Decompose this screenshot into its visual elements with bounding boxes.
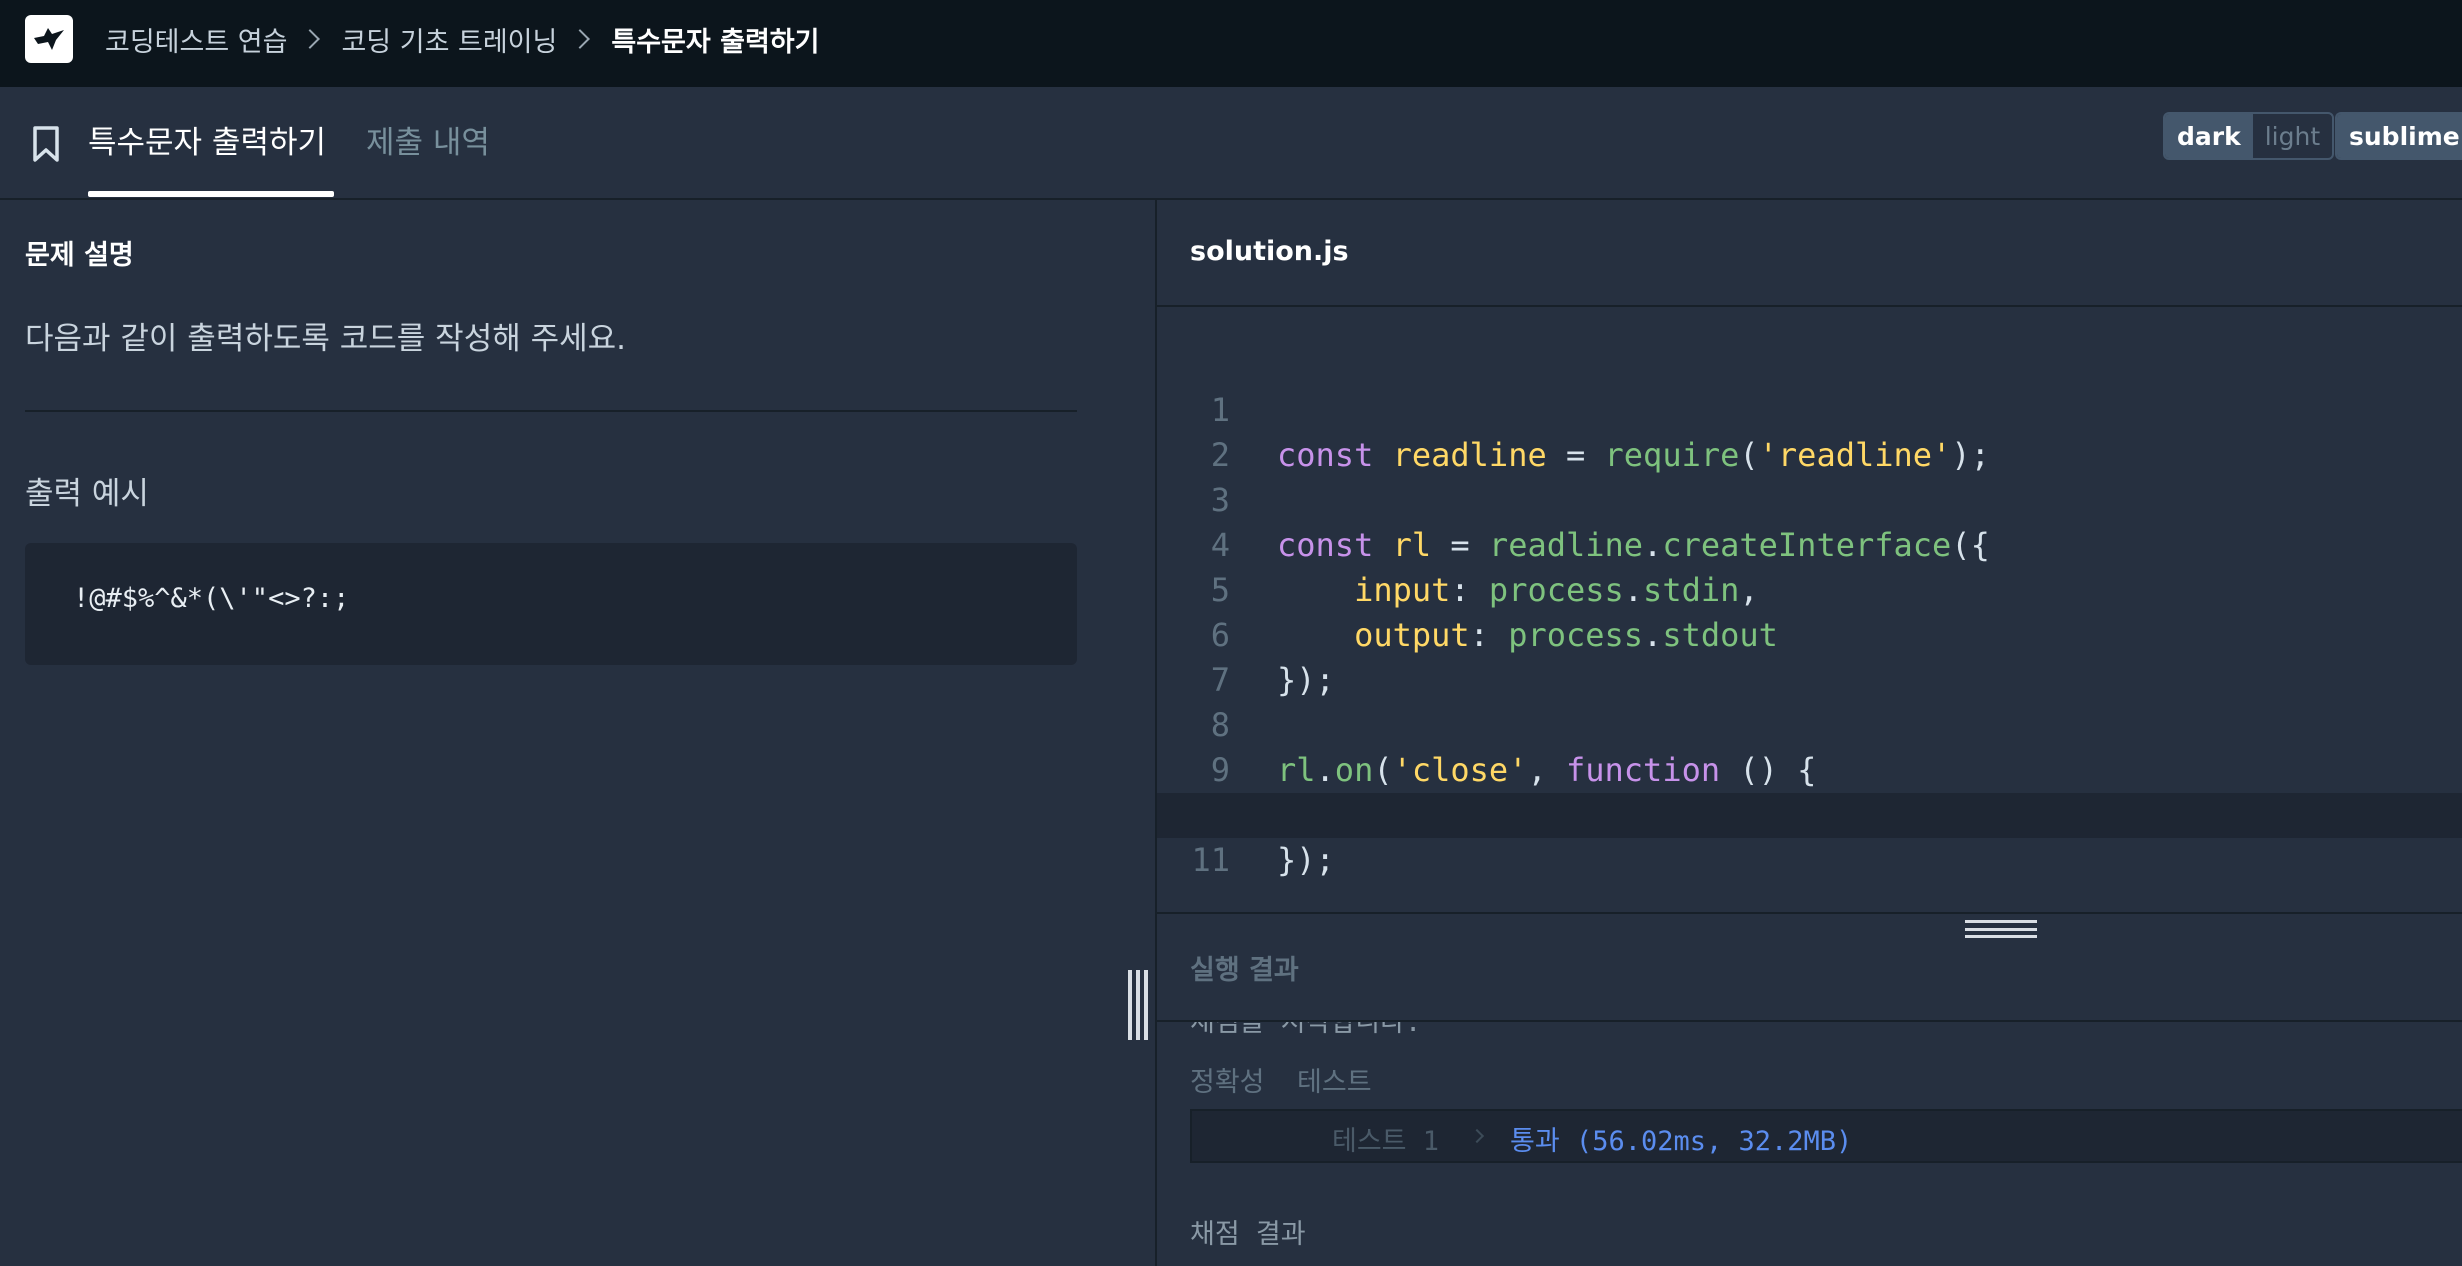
line-number: 11 [1157,838,1252,883]
tab-bar: 특수문자 출력하기 제출 내역 dark light sublime [0,87,2462,200]
test-pass-result: 통과 (56.02ms, 32.2MB) [1510,1126,1853,1157]
code-line-current[interactable]: 11 [1157,793,2462,883]
result-header: 실행 결과 [1157,914,2462,1022]
theme-toggle: dark light [2163,112,2335,160]
code-line[interactable]: 10 }); [1157,748,2462,879]
code-line[interactable]: 1 const readline = require('readline'); [1157,343,2462,474]
code-line[interactable]: 9 console.log("!@#$%^&*(\\'\"<>?:;"); [1157,703,2462,834]
bookmark-icon[interactable] [32,125,60,163]
chevron-right-icon [570,29,591,49]
result-title: 실행 결과 [1190,955,1299,986]
problem-section-title: 문제 설명 [25,240,134,271]
breadcrumb: 코딩테스트 연습 코딩 기초 트레이닝 특수문자 출력하기 [105,0,819,78]
theme-dark-button[interactable]: dark [2165,114,2253,158]
accuracy-test-label: 정확성 테스트 [1190,1067,1372,1098]
code-line[interactable]: 2 [1157,388,2462,474]
logo[interactable] [25,15,73,63]
breadcrumb-item-coding-test[interactable]: 코딩테스트 연습 [105,20,287,59]
code-editor[interactable]: 1 const readline = require('readline'); … [1157,307,2462,912]
active-tab-indicator [88,191,334,197]
problem-panel: 문제 설명 다음과 같이 출력하도록 코드를 작성해 주세요. 출력 예시 !@… [0,200,1155,1266]
theme-light-button[interactable]: light [2253,114,2332,158]
code-line[interactable]: 8 rl.on('close', function () { [1157,658,2462,789]
bird-logo-icon [34,28,64,50]
result-body: 채점을 시작합니다. 정확성 테스트 테스트 1 통과 (56.02ms, 32… [1157,1022,2462,1266]
vertical-resize-handle[interactable] [1128,970,1148,1040]
tab-problem[interactable]: 특수문자 출력하기 [88,117,326,162]
file-name: solution.js [1190,236,1349,267]
problem-description: 다음과 같이 출력하도록 코드를 작성해 주세요. [25,321,627,357]
keymap-sublime-button[interactable]: sublime [2337,114,2462,158]
chevron-right-icon [300,29,321,49]
chevron-right-icon [1469,1128,1485,1144]
result-log-text: 채점을 시작합니다. [1190,1022,1422,1038]
code-line[interactable]: 3 const rl = readline.createInterface({ [1157,433,2462,564]
editor-panel: solution.js 1 const readline = require('… [1155,200,2462,1266]
test-name: 테스트 1 [1332,1126,1440,1157]
breadcrumb-item-basic-training[interactable]: 코딩 기초 트레이닝 [341,20,557,59]
breadcrumb-current: 특수문자 출력하기 [611,26,820,58]
code-line[interactable]: 4 input: process.stdin, [1157,478,2462,609]
code-text: }); [1277,841,1335,879]
example-title: 출력 예시 [25,476,149,512]
code-line[interactable]: 7 [1157,613,2462,699]
code-line[interactable]: 6 }); [1157,568,2462,699]
example-output-box: !@#$%^&*(\'"<>?:; [25,543,1077,665]
grade-result-label: 채점 결과 [1190,1219,1306,1250]
file-header: solution.js [1157,200,2462,307]
tab-submissions[interactable]: 제출 내역 [366,117,490,162]
test-result-row: 테스트 1 통과 (56.02ms, 32.2MB) [1190,1109,2462,1163]
code-line[interactable]: 5 output: process.stdout [1157,523,2462,654]
divider [25,410,1077,412]
top-navbar: 코딩테스트 연습 코딩 기초 트레이닝 특수문자 출력하기 [0,0,2462,87]
example-output-text: !@#$%^&*(\'"<>?:; [73,583,350,614]
keymap-toggle: sublime [2335,112,2462,160]
